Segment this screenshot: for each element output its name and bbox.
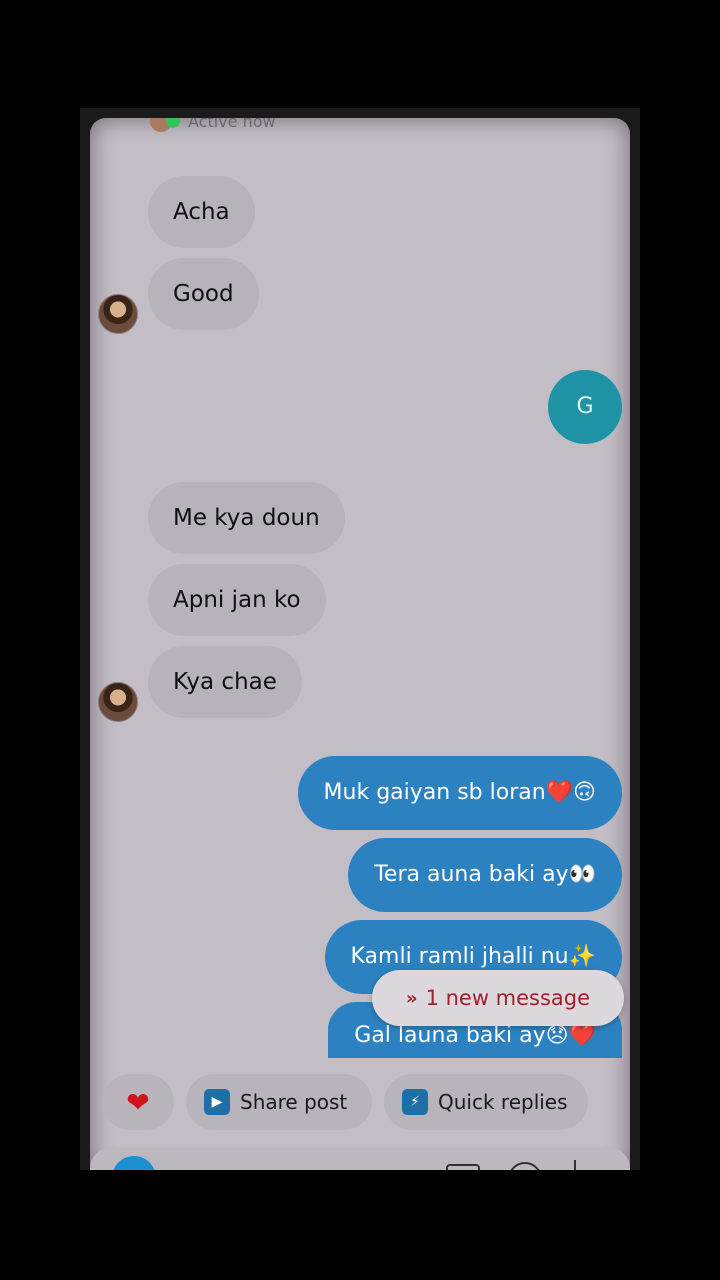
message-text: Tera auna baki ay👀 xyxy=(374,862,596,887)
message-text: Acha xyxy=(173,199,230,225)
message-text: Muk gaiyan sb loran❤️🙃 xyxy=(323,780,596,805)
outgoing-message[interactable]: Tera auna baki ay👀 xyxy=(348,838,622,912)
message-text: Apni jan ko xyxy=(173,587,301,613)
sticker-icon[interactable] xyxy=(508,1162,542,1170)
chevron-double-down-icon: » xyxy=(405,987,418,1009)
heart-icon: ❤ xyxy=(126,1085,150,1119)
message-text: Gal launa baki ay😞❤️ xyxy=(354,1023,596,1048)
message-text: Kya chae xyxy=(173,669,277,695)
quick-replies-label: Quick replies xyxy=(438,1090,568,1114)
microphone-icon[interactable] xyxy=(574,1160,576,1170)
share-post-button[interactable]: ▶ Share post xyxy=(186,1074,372,1130)
sender-avatar[interactable] xyxy=(98,682,138,722)
share-post-label: Share post xyxy=(240,1090,348,1114)
message-composer xyxy=(90,1148,630,1170)
sender-avatar[interactable] xyxy=(98,294,138,334)
new-message-pill[interactable]: » 1 new message xyxy=(372,970,624,1026)
outgoing-message[interactable]: G xyxy=(548,370,622,444)
outgoing-message[interactable]: Muk gaiyan sb loran❤️🙃 xyxy=(297,756,622,830)
message-text: Me kya doun xyxy=(173,505,320,531)
phone-frame: Active now Acha Good G Me kya doun Apni … xyxy=(80,108,640,1170)
incoming-message[interactable]: Me kya doun xyxy=(148,482,345,554)
quick-actions-bar: ❤ ▶ Share post ⚡ Quick replies xyxy=(90,1066,630,1138)
message-text: G xyxy=(576,394,594,419)
lightning-icon: ⚡ xyxy=(402,1089,428,1115)
incoming-message[interactable]: Good xyxy=(148,258,259,330)
quick-replies-button[interactable]: ⚡ Quick replies xyxy=(384,1074,588,1130)
incoming-message[interactable]: Apni jan ko xyxy=(148,564,326,636)
camera-icon[interactable] xyxy=(112,1156,156,1170)
new-message-label: 1 new message xyxy=(425,986,591,1010)
active-status: Active now xyxy=(188,118,276,131)
online-indicator-icon xyxy=(166,118,180,128)
gallery-icon[interactable] xyxy=(446,1164,480,1170)
incoming-message[interactable]: Kya chae xyxy=(148,646,302,718)
chat-header-peek: Active now xyxy=(150,118,276,132)
like-button[interactable]: ❤ xyxy=(102,1074,174,1130)
play-icon: ▶ xyxy=(204,1089,230,1115)
message-text: Kamli ramli jhalli nu✨ xyxy=(350,944,597,969)
chat-screen: Active now Acha Good G Me kya doun Apni … xyxy=(90,118,630,1170)
message-text: Good xyxy=(173,281,234,307)
incoming-message[interactable]: Acha xyxy=(148,176,255,248)
